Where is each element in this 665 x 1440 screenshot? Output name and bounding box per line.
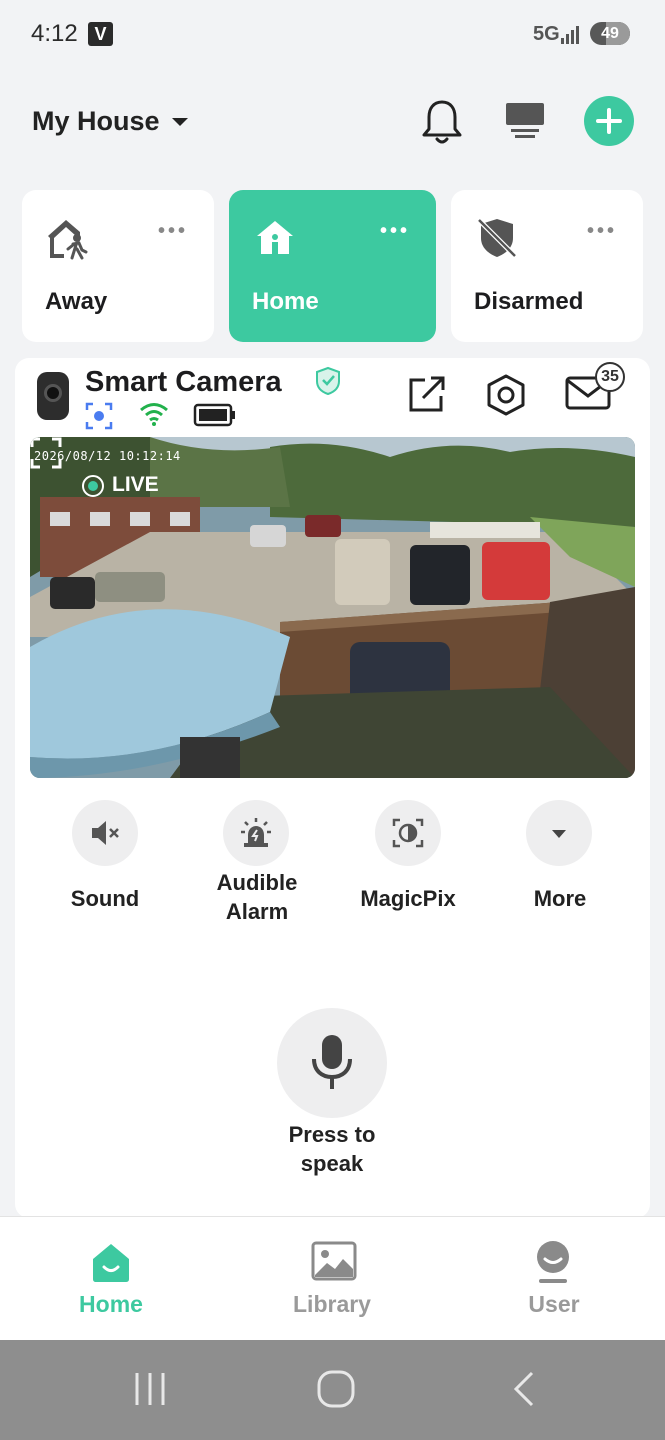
settings-icon[interactable] bbox=[485, 374, 527, 416]
alarm-siren-icon bbox=[241, 818, 271, 847]
magicpix-icon bbox=[392, 818, 424, 848]
control-label: MagicPix bbox=[360, 886, 456, 911]
system-navigation-bar bbox=[0, 1340, 665, 1440]
mode-label: Home bbox=[252, 288, 319, 315]
app-notification-icon: V bbox=[88, 22, 113, 46]
network-type: 5G bbox=[533, 23, 560, 45]
battery-indicator: 49 bbox=[590, 22, 630, 45]
recent-apps-icon[interactable] bbox=[132, 1370, 168, 1408]
library-image-icon bbox=[311, 1241, 357, 1281]
caret-down-icon[interactable] bbox=[172, 118, 188, 126]
live-dot-icon bbox=[82, 475, 104, 497]
away-person-house-icon bbox=[48, 220, 88, 260]
sound-button[interactable] bbox=[72, 800, 138, 866]
protected-shield-icon bbox=[316, 366, 340, 396]
back-icon[interactable] bbox=[508, 1370, 538, 1408]
battery-level: 49 bbox=[601, 25, 619, 42]
nav-user[interactable]: User bbox=[474, 1217, 634, 1341]
nav-label: Library bbox=[293, 1291, 371, 1317]
press-to-speak-button[interactable] bbox=[277, 1008, 387, 1118]
nav-label: User bbox=[528, 1291, 580, 1317]
more-dots-icon[interactable]: ••• bbox=[158, 220, 188, 243]
signal-icon bbox=[561, 26, 579, 44]
press-to-speak-label: Press to speak bbox=[288, 1122, 376, 1176]
camera-panel: Smart Camera 35 2026/08/12 10:12:14 LIVE… bbox=[15, 358, 650, 1218]
bottom-navigation: Home Library User bbox=[0, 1216, 665, 1340]
motion-detection-icon bbox=[85, 402, 113, 430]
fullscreen-icon[interactable] bbox=[30, 437, 62, 469]
magicpix-button[interactable] bbox=[375, 800, 441, 866]
device-list-icon[interactable] bbox=[505, 102, 545, 140]
more-button[interactable] bbox=[526, 800, 592, 866]
house-selector[interactable]: My House bbox=[32, 106, 160, 137]
message-count-badge: 35 bbox=[595, 362, 625, 392]
battery-full-icon bbox=[193, 403, 235, 427]
mode-disarmed[interactable]: ••• Disarmed bbox=[451, 190, 643, 342]
more-dots-icon[interactable]: ••• bbox=[587, 220, 617, 243]
wifi-icon bbox=[140, 403, 168, 426]
mode-home[interactable]: ••• Home bbox=[229, 190, 436, 342]
mode-label: Disarmed bbox=[474, 288, 584, 315]
microphone-icon bbox=[312, 1035, 352, 1089]
sound-muted-icon bbox=[92, 821, 119, 845]
user-icon bbox=[537, 1241, 569, 1283]
status-time: 4:12 bbox=[31, 20, 78, 47]
nav-library[interactable]: Library bbox=[252, 1217, 412, 1341]
mode-away[interactable]: ••• Away bbox=[22, 190, 214, 342]
camera-name[interactable]: Smart Camera bbox=[85, 366, 282, 399]
control-label: Audible Alarm bbox=[216, 870, 298, 924]
control-label: More bbox=[533, 886, 587, 911]
nav-label: Home bbox=[79, 1291, 143, 1317]
chevron-down-icon bbox=[552, 830, 566, 838]
status-bar: 4:12 V 5G 49 bbox=[0, 0, 665, 68]
home-icon bbox=[257, 221, 293, 254]
share-icon[interactable] bbox=[407, 374, 447, 414]
nav-home[interactable]: Home bbox=[31, 1217, 191, 1341]
audible-alarm-button[interactable] bbox=[223, 800, 289, 866]
home-system-icon[interactable] bbox=[316, 1370, 356, 1408]
live-video-feed[interactable]: 2026/08/12 10:12:14 LIVE bbox=[30, 437, 635, 778]
mode-label: Away bbox=[45, 288, 108, 315]
camera-device-icon bbox=[37, 372, 69, 420]
security-modes: ••• Away ••• Home ••• Disarmed bbox=[22, 190, 643, 342]
header: My House bbox=[0, 88, 665, 158]
more-dots-icon[interactable]: ••• bbox=[380, 220, 410, 243]
add-device-button[interactable] bbox=[584, 96, 634, 146]
home-nav-icon bbox=[93, 1244, 129, 1282]
control-label: Sound bbox=[70, 886, 140, 911]
camera-controls: Sound Audible Alarm MagicPix More bbox=[15, 800, 650, 940]
live-label: LIVE bbox=[112, 473, 159, 496]
disarmed-shield-icon bbox=[477, 218, 517, 258]
bell-icon[interactable] bbox=[420, 98, 464, 146]
